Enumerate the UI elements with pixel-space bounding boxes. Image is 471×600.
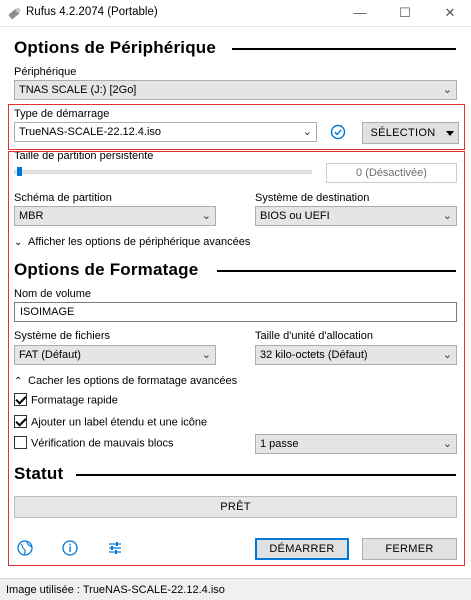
main-highlight-box	[8, 151, 465, 566]
caret-down-icon	[446, 131, 454, 136]
maximize-button[interactable]: ☐	[385, 0, 425, 26]
check-circle-icon[interactable]	[330, 124, 346, 140]
usb-drive-icon	[8, 7, 21, 20]
section-rule	[232, 48, 456, 50]
device-combo[interactable]: TNAS SCALE (J:) [2Go] ⌄	[14, 80, 457, 100]
image-used-text: Image utilisée : TrueNAS-SCALE-22.12.4.i…	[6, 584, 225, 596]
select-dropdown-button[interactable]	[443, 122, 459, 144]
chevron-down-icon: ⌄	[302, 126, 312, 138]
select-button[interactable]: SÉLECTION	[362, 122, 444, 144]
device-value: TNAS SCALE (J:) [2Go]	[19, 84, 137, 96]
title-bar: Rufus 4.2.2074 (Portable) — ☐ ✕	[0, 0, 471, 26]
close-window-button[interactable]: ✕	[430, 0, 470, 26]
device-options-title: Options de Périphérique	[14, 38, 217, 57]
window-title: Rufus 4.2.2074 (Portable)	[26, 6, 158, 18]
boot-type-combo[interactable]: TrueNAS-SCALE-22.12.4.iso ⌄	[14, 122, 317, 142]
minimize-button[interactable]: —	[340, 0, 380, 26]
title-separator	[0, 26, 471, 27]
status-footer: Image utilisée : TrueNAS-SCALE-22.12.4.i…	[0, 578, 471, 600]
boot-type-label: Type de démarrage	[14, 108, 110, 120]
boot-type-value: TrueNAS-SCALE-22.12.4.iso	[19, 126, 162, 138]
chevron-down-icon: ⌄	[442, 84, 452, 96]
device-label: Périphérique	[14, 66, 77, 78]
